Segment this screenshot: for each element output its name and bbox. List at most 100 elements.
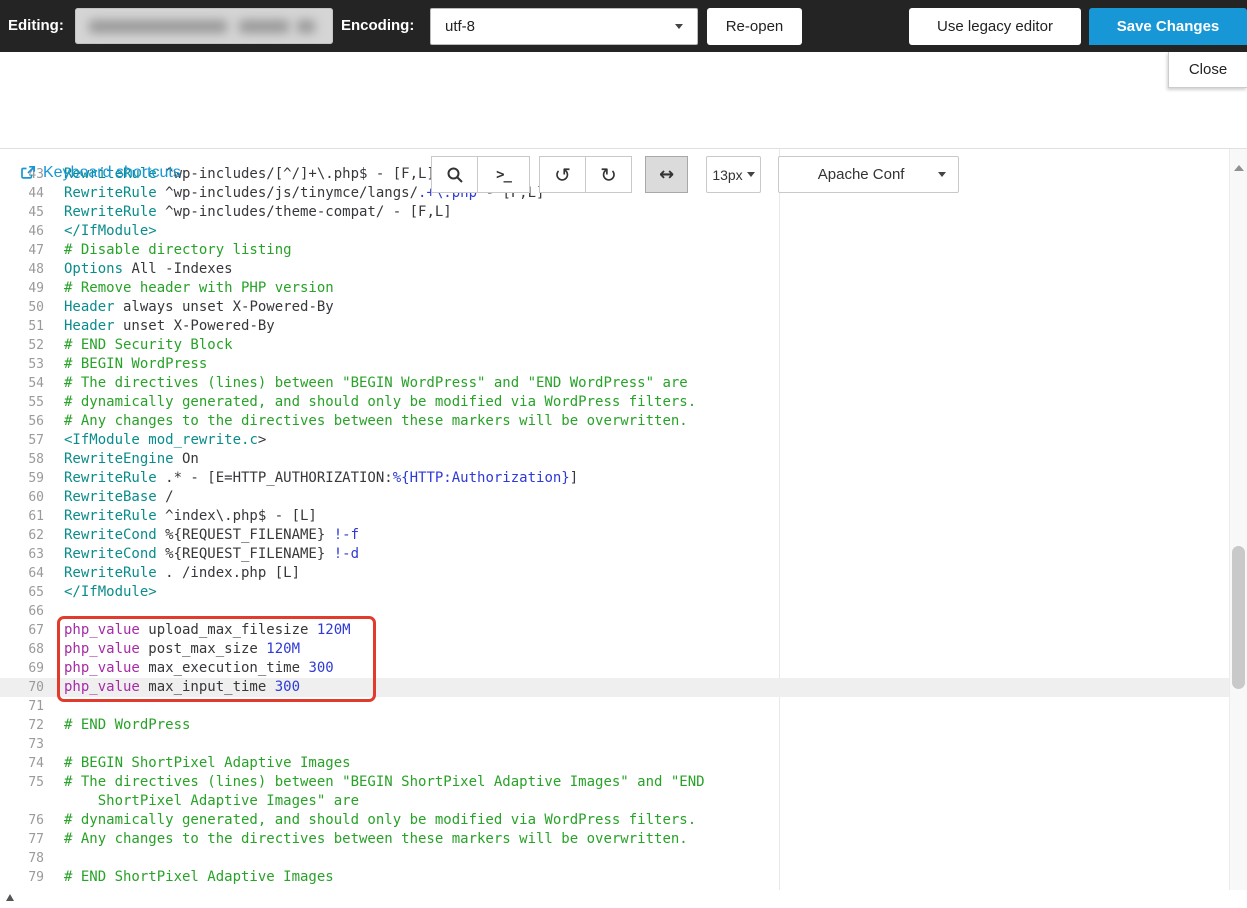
code-line-text: RewriteRule ^index\.php$ - [L] xyxy=(64,508,317,524)
line-number: 61 xyxy=(0,507,44,526)
code-row[interactable]: 60RewriteBase / xyxy=(0,488,1229,507)
scrollbar-thumb[interactable] xyxy=(1232,546,1245,689)
code-row[interactable]: 73 xyxy=(0,735,1229,754)
code-row[interactable]: 54 # The directives (lines) between "BEGI… xyxy=(0,374,1229,393)
keyboard-shortcuts-link[interactable]: Keyboard shortcuts xyxy=(20,164,181,182)
line-number: 44 xyxy=(0,184,44,203)
word-wrap-toggle-button[interactable]: ↔ xyxy=(645,156,688,193)
chevron-down-icon xyxy=(675,24,683,29)
line-number: 59 xyxy=(0,469,44,488)
save-changes-button[interactable]: Save Changes xyxy=(1089,8,1247,45)
redo-button[interactable]: ↻ xyxy=(585,156,632,193)
line-number: 72 xyxy=(0,716,44,735)
reopen-button[interactable]: Re-open xyxy=(707,8,802,45)
code-line-text: RewriteCond %{REQUEST_FILENAME} !-d xyxy=(64,546,359,562)
code-row[interactable]: 69php_value max_execution_time 300 xyxy=(0,659,1229,678)
code-row[interactable]: 65</IfModule> xyxy=(0,583,1229,602)
line-number: 55 xyxy=(0,393,44,412)
code-row[interactable]: 47 # Disable directory listing xyxy=(0,241,1229,260)
code-row[interactable]: 76# dynamically generated, and should on… xyxy=(0,811,1229,830)
code-line-text: # BEGIN WordPress xyxy=(64,356,207,372)
line-number: 67 xyxy=(0,621,44,640)
code-row[interactable]: 72 # END WordPress xyxy=(0,716,1229,735)
code-line-text: ShortPixel Adaptive Images" are xyxy=(64,793,359,809)
line-number: 47 xyxy=(0,241,44,260)
code-line-text: # END WordPress xyxy=(64,717,190,733)
code-row[interactable]: 46</IfModule> xyxy=(0,222,1229,241)
code-lines[interactable]: 43RewriteRule ^wp-includes/[^/]+\.php$ -… xyxy=(0,149,1229,887)
line-number: 49 xyxy=(0,279,44,298)
code-row[interactable]: 67php_value upload_max_filesize 120M xyxy=(0,621,1229,640)
line-number: 50 xyxy=(0,298,44,317)
line-number: 68 xyxy=(0,640,44,659)
code-row[interactable]: 79# END ShortPixel Adaptive Images xyxy=(0,868,1229,887)
code-row[interactable]: 77# Any changes to the directives betwee… xyxy=(0,830,1229,849)
chevron-down-icon xyxy=(747,172,755,177)
line-number: 48 xyxy=(0,260,44,279)
code-line-text: </IfModule> xyxy=(64,223,157,239)
code-row[interactable]: 58RewriteEngine On xyxy=(0,450,1229,469)
code-row[interactable]: 71 xyxy=(0,697,1229,716)
scroll-up-arrow-icon[interactable] xyxy=(1234,165,1244,171)
line-number: 62 xyxy=(0,526,44,545)
filename-input-redacted[interactable] xyxy=(75,8,333,44)
code-row[interactable]: 53# BEGIN WordPress xyxy=(0,355,1229,374)
code-row[interactable]: 48Options All -Indexes xyxy=(0,260,1229,279)
code-line-text: RewriteRule . /index.php [L] xyxy=(64,565,300,581)
legacy-editor-button[interactable]: Use legacy editor xyxy=(909,8,1081,45)
line-number: 79 xyxy=(0,868,44,887)
code-row[interactable]: 61 RewriteRule ^index\.php$ - [L] xyxy=(0,507,1229,526)
syntax-mode-select[interactable]: Apache Conf xyxy=(778,156,959,193)
line-number: 73 xyxy=(0,735,44,754)
code-row[interactable]: 63RewriteCond %{REQUEST_FILENAME} !-d xyxy=(0,545,1229,564)
line-number: 51 xyxy=(0,317,44,336)
code-line-text: RewriteCond %{REQUEST_FILENAME} !-f xyxy=(64,527,359,543)
code-line-text: php_value max_input_time 300 xyxy=(64,679,300,695)
code-row[interactable]: 45RewriteRule ^wp-includes/theme-compat/… xyxy=(0,203,1229,222)
code-row[interactable]: 74# BEGIN ShortPixel Adaptive Images xyxy=(0,754,1229,773)
line-number: 56 xyxy=(0,412,44,431)
code-row[interactable]: 49# Remove header with PHP version xyxy=(0,279,1229,298)
encoding-label: Encoding: xyxy=(341,0,414,52)
terminal-icon: >_ xyxy=(496,167,511,183)
code-row[interactable]: 62 RewriteCond %{REQUEST_FILENAME} !-f xyxy=(0,526,1229,545)
code-row[interactable]: 55# dynamically generated, and should on… xyxy=(0,393,1229,412)
redacted-text-blur xyxy=(297,20,315,33)
code-editor[interactable]: 43RewriteRule ^wp-includes/[^/]+\.php$ -… xyxy=(0,149,1229,890)
code-row[interactable]: 68php_value post_max_size 120M xyxy=(0,640,1229,659)
code-row[interactable]: 78 xyxy=(0,849,1229,868)
code-line-text: RewriteEngine On xyxy=(64,451,199,467)
line-number: 54 xyxy=(0,374,44,393)
line-number: 64 xyxy=(0,564,44,583)
code-row[interactable]: 56# Any changes to the directives betwee… xyxy=(0,412,1229,431)
code-row[interactable]: 70php_value max_input_time 300 xyxy=(0,678,1229,697)
search-button[interactable] xyxy=(431,156,478,193)
line-number: 75 xyxy=(0,773,44,792)
line-number: 65 xyxy=(0,583,44,602)
close-button[interactable]: Close xyxy=(1168,52,1247,88)
code-line-text: # Disable directory listing xyxy=(64,242,292,258)
code-row[interactable]: 50Header always unset X-Powered-By xyxy=(0,298,1229,317)
line-number: 69 xyxy=(0,659,44,678)
code-row[interactable]: 75# The directives (lines) between "BEGI… xyxy=(0,773,1229,792)
code-row[interactable]: 59RewriteRule .* - [E=HTTP_AUTHORIZATION… xyxy=(0,469,1229,488)
line-number: 57 xyxy=(0,431,44,450)
code-row[interactable]: 66 xyxy=(0,602,1229,621)
chevron-down-icon xyxy=(938,172,946,177)
code-row[interactable]: 64 RewriteRule . /index.php [L] xyxy=(0,564,1229,583)
undo-button[interactable]: ↺ xyxy=(539,156,586,193)
font-size-select[interactable]: 13px xyxy=(706,156,761,193)
code-row[interactable]: ShortPixel Adaptive Images" are xyxy=(0,792,1229,811)
line-number: 66 xyxy=(0,602,44,621)
line-number: 52 xyxy=(0,336,44,355)
code-line-text: # The directives (lines) between "BEGIN … xyxy=(64,375,688,391)
redacted-text-blur xyxy=(239,20,289,33)
code-line-text: Header unset X-Powered-By xyxy=(64,318,275,334)
code-row[interactable]: 57<IfModule mod_rewrite.c> xyxy=(0,431,1229,450)
code-row[interactable]: 51 Header unset X-Powered-By xyxy=(0,317,1229,336)
terminal-button[interactable]: >_ xyxy=(477,156,530,193)
encoding-select[interactable]: utf-8 xyxy=(430,8,698,45)
line-number: 71 xyxy=(0,697,44,716)
vertical-scrollbar[interactable] xyxy=(1229,149,1247,890)
code-row[interactable]: 52# END Security Block xyxy=(0,336,1229,355)
